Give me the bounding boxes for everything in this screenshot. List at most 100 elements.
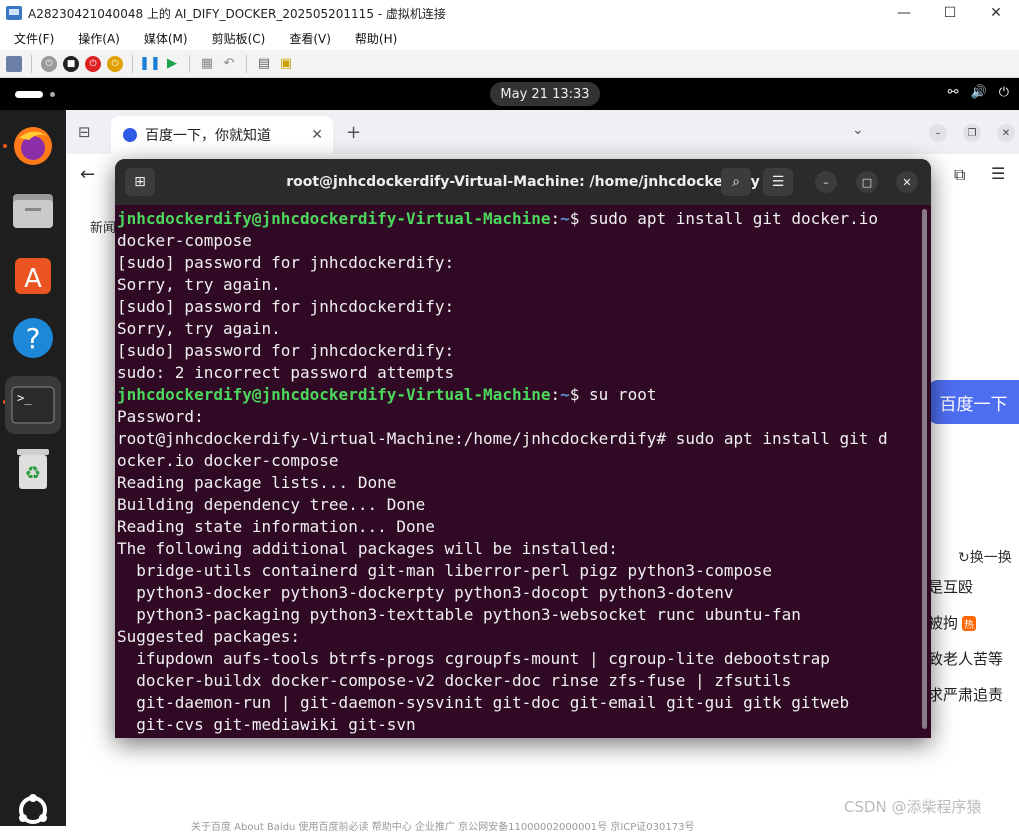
terminal-minimize-button[interactable]: –	[815, 171, 837, 193]
shutdown-icon[interactable]: ⏻	[85, 55, 101, 72]
terminal-line: Password:	[117, 407, 204, 426]
refresh-hot-link[interactable]: ↻换一换	[958, 547, 1012, 567]
network-icon: ⚯	[947, 85, 959, 100]
power-icon: ⏻	[998, 85, 1009, 100]
terminal-menu-icon[interactable]: ☰	[763, 168, 793, 196]
terminal-line: Reading package lists... Done	[117, 473, 397, 492]
vm-minimize-button[interactable]: —	[881, 5, 927, 21]
vm-menubar: 文件(F) 操作(A) 媒体(M) 剪贴板(C) 查看(V) 帮助(H)	[0, 26, 1019, 50]
terminal-line: Building dependency tree... Done	[117, 495, 426, 514]
tab-title: 百度一下，你就知道	[145, 128, 271, 144]
terminal-maximize-button[interactable]: □	[856, 171, 878, 193]
hot-item-text: 求严肃追责	[928, 686, 1004, 704]
reset-icon[interactable]: ▦	[199, 56, 215, 72]
terminal-line: ocker.io docker-compose	[117, 451, 339, 470]
toolbar-separator	[132, 54, 133, 73]
toolbar-separator	[189, 54, 190, 73]
refresh-label: 换一换	[969, 550, 1012, 566]
enhanced-session-icon[interactable]: ▣	[278, 56, 294, 72]
turn-off-icon[interactable]: ■	[63, 55, 79, 72]
clock[interactable]: May 21 13:33	[490, 82, 600, 106]
tab-close-icon[interactable]: ✕	[311, 127, 323, 143]
start-icon[interactable]: ⏻	[41, 55, 57, 72]
terminal-output[interactable]: jnhcdockerdify@jnhcdockerdify-Virtual-Ma…	[117, 208, 919, 738]
browser-tab-bar: ⊟ 百度一下，你就知道 ✕ + ⌄ – ❐ ✕	[66, 110, 1019, 154]
hot-item-text: 是互殴	[928, 578, 974, 596]
app-center-icon[interactable]: A	[9, 250, 57, 298]
browser-restore-button[interactable]: ❐	[963, 124, 981, 142]
extensions-icon[interactable]: ⧉	[954, 165, 965, 185]
command-text: $ su root	[569, 385, 657, 404]
running-indicator	[3, 144, 7, 148]
system-tray[interactable]: ⚯ 🔊 ⏻	[948, 85, 1009, 100]
terminal-line: [sudo] password for jnhcdockerdify:	[117, 297, 455, 316]
show-apps-icon[interactable]	[9, 786, 57, 834]
save-state-icon[interactable]: ⏻	[107, 55, 123, 72]
terminal-line: jnhcdockerdify@jnhcdockerdify-Virtual-Ma…	[117, 385, 657, 404]
terminal-line: [sudo] password for jnhcdockerdify:	[117, 253, 455, 272]
prompt-path: ~	[560, 209, 570, 228]
files-icon[interactable]	[9, 186, 57, 234]
prompt-user: jnhcdockerdify@jnhcdockerdify-Virtual-Ma…	[117, 385, 551, 404]
hot-item-text: 致老人苦等	[928, 650, 1004, 668]
terminal-window[interactable]: ⊞ root@jnhcdockerdify-Virtual-Machine: /…	[115, 159, 931, 738]
hot-item-text: 被拘	[928, 614, 959, 632]
csdn-watermark: CSDN @添柴程序猿	[844, 798, 982, 816]
ctrl-alt-del-icon[interactable]	[6, 55, 22, 72]
terminal-close-button[interactable]: ✕	[896, 171, 918, 193]
baidu-search-button[interactable]: 百度一下	[928, 380, 1019, 424]
toolbar-separator	[246, 54, 247, 73]
revert-icon[interactable]: ↶	[221, 56, 237, 72]
prompt-path: ~	[560, 385, 570, 404]
firefox-icon[interactable]	[9, 122, 57, 170]
trash-icon[interactable]: ♻	[9, 444, 57, 492]
terminal-line: python3-docker python3-dockerpty python3…	[117, 583, 734, 602]
svg-text:?: ?	[26, 322, 41, 355]
svg-text:A: A	[24, 264, 42, 294]
browser-minimize-button[interactable]: –	[929, 124, 947, 142]
hot-item[interactable]: 致老人苦等	[928, 648, 1003, 669]
activities-indicator[interactable]	[15, 91, 43, 98]
command-text: $ sudo apt install git docker.io	[569, 209, 879, 228]
resume-icon[interactable]: ▶	[164, 56, 180, 72]
menu-help[interactable]: 帮助(H)	[341, 30, 407, 47]
terminal-line: Sorry, try again.	[117, 319, 281, 338]
tab-overview-icon[interactable]: ⊟	[78, 123, 91, 141]
pause-icon[interactable]: ❚❚	[139, 56, 161, 72]
hot-item[interactable]: 是互殴	[928, 576, 973, 597]
vm-close-button[interactable]: ✕	[973, 5, 1019, 21]
browser-tab[interactable]: 百度一下，你就知道 ✕	[111, 116, 333, 154]
terminal-line: git-cvs git-mediawiki git-svn	[117, 715, 416, 734]
back-arrow-icon[interactable]: ←	[80, 164, 95, 185]
hot-item[interactable]: 被拘热	[928, 612, 977, 633]
menu-clipboard[interactable]: 剪贴板(C)	[198, 30, 276, 47]
terminal-line: Suggested packages:	[117, 627, 301, 646]
vm-title: A28230421040048 上的 AI_DIFY_DOCKER_202505…	[28, 6, 446, 21]
terminal-line: docker-compose	[117, 231, 252, 250]
terminal-line: git-daemon-run | git-daemon-sysvinit git…	[117, 693, 850, 712]
browser-close-button[interactable]: ✕	[997, 124, 1015, 142]
menu-action[interactable]: 操作(A)	[64, 30, 130, 47]
menu-media[interactable]: 媒体(M)	[130, 30, 198, 47]
svg-text:♻: ♻	[25, 463, 41, 484]
terminal-scrollbar[interactable]	[922, 209, 927, 729]
toolbar-separator	[31, 54, 32, 73]
checkpoint-icon[interactable]: ▤	[256, 56, 272, 72]
refresh-icon: ↻	[958, 550, 970, 566]
terminal-line: Sorry, try again.	[117, 275, 281, 294]
menu-file[interactable]: 文件(F)	[0, 30, 64, 47]
help-icon[interactable]: ?	[9, 314, 57, 362]
terminal-line: jnhcdockerdify@jnhcdockerdify-Virtual-Ma…	[117, 209, 879, 228]
new-tab-button[interactable]: +	[346, 122, 361, 143]
terminal-line: sudo: 2 incorrect password attempts	[117, 363, 455, 382]
tab-list-chevron-icon[interactable]: ⌄	[852, 122, 864, 138]
browser-menu-icon[interactable]: ☰	[991, 164, 1005, 183]
vm-maximize-button[interactable]: ☐	[927, 5, 973, 21]
terminal-icon[interactable]: >_	[5, 376, 61, 434]
ubuntu-dock: A ? >_ ♻	[0, 110, 66, 826]
terminal-search-icon[interactable]: ⌕	[721, 168, 751, 196]
menu-view[interactable]: 查看(V)	[275, 30, 341, 47]
terminal-line: Reading state information... Done	[117, 517, 435, 536]
hot-item[interactable]: 求严肃追责	[928, 684, 1003, 705]
news-link[interactable]: 新闻	[90, 217, 116, 236]
